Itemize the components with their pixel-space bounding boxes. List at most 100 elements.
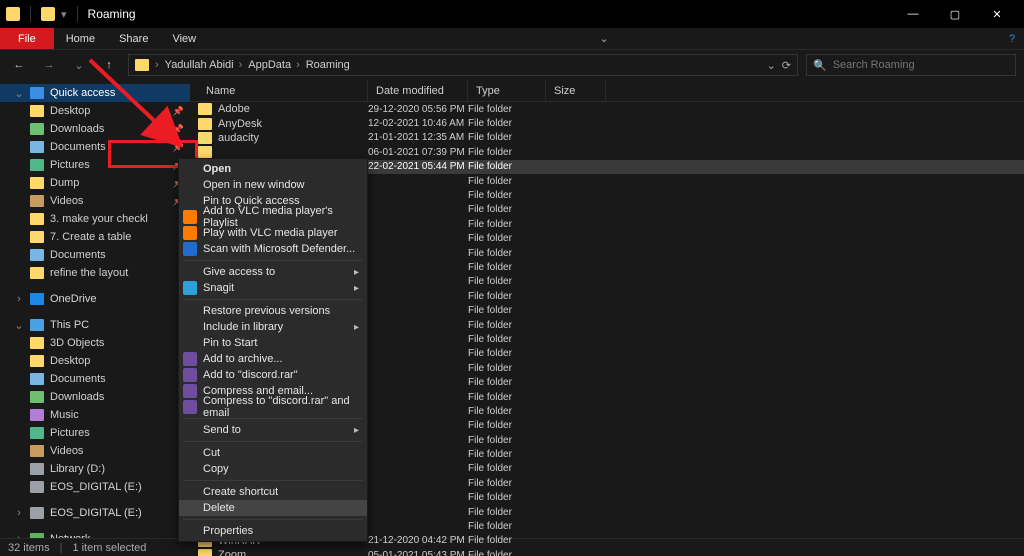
- folder-icon: [198, 549, 212, 556]
- file-row-anydesk[interactable]: AnyDesk12-02-2021 10:46 AMFile folder: [190, 116, 1024, 130]
- context-menu-play-with-vlc-media-player[interactable]: Play with VLC media player: [179, 225, 367, 241]
- sidebar-item-documents[interactable]: Documents📌: [0, 138, 190, 156]
- main-area: ⌄Quick access Desktop📌Downloads📌Document…: [0, 80, 1024, 538]
- folder-icon: [30, 123, 44, 135]
- window-folder-icon: [6, 7, 20, 21]
- column-header-size[interactable]: Size: [546, 80, 606, 101]
- context-menu-snagit[interactable]: Snagit: [179, 280, 367, 296]
- sidebar-item-pictures[interactable]: Pictures: [0, 424, 190, 442]
- sidebar-item-pictures[interactable]: Pictures📌: [0, 156, 190, 174]
- sidebar-eos-digital[interactable]: ›EOS_DIGITAL (E:): [0, 504, 190, 522]
- file-row-adobe[interactable]: Adobe29-12-2020 05:56 PMFile folder: [190, 102, 1024, 116]
- context-menu-scan-with-microsoft-defender-[interactable]: Scan with Microsoft Defender...: [179, 241, 367, 257]
- ribbon-tab-file[interactable]: File: [0, 28, 54, 49]
- context-menu-restore-previous-versions[interactable]: Restore previous versions: [179, 303, 367, 319]
- context-menu-separator: [183, 260, 363, 261]
- sidebar-item-documents[interactable]: Documents: [0, 370, 190, 388]
- context-menu-include-in-library[interactable]: Include in library: [179, 319, 367, 335]
- minimize-button[interactable]: —: [892, 0, 934, 28]
- breadcrumb-roaming[interactable]: Roaming: [306, 59, 350, 71]
- sidebar-quick-access[interactable]: ⌄Quick access: [0, 84, 190, 102]
- chevron-right-icon[interactable]: ›: [296, 59, 300, 71]
- navigation-pane[interactable]: ⌄Quick access Desktop📌Downloads📌Document…: [0, 80, 190, 538]
- context-menu-open-in-new-window[interactable]: Open in new window: [179, 177, 367, 193]
- sidebar-item-music[interactable]: Music: [0, 406, 190, 424]
- sidebar-item-downloads[interactable]: Downloads📌: [0, 120, 190, 138]
- context-menu-add-to-archive-[interactable]: Add to archive...: [179, 351, 367, 367]
- context-menu-separator: [183, 480, 363, 481]
- folder-icon: [30, 463, 44, 475]
- sidebar-item-documents[interactable]: Documents: [0, 246, 190, 264]
- back-button[interactable]: ←: [8, 54, 30, 76]
- context-menu-cut[interactable]: Cut: [179, 445, 367, 461]
- maximize-button[interactable]: ▢: [934, 0, 976, 28]
- context-menu-compress-to-discord-rar-and-email[interactable]: Compress to "discord.rar" and email: [179, 399, 367, 415]
- ribbon-tabs: File Home Share View ⌄ ?: [0, 28, 1024, 50]
- sidebar-item-videos[interactable]: Videos📌: [0, 192, 190, 210]
- folder-icon: [30, 481, 44, 493]
- search-input[interactable]: [833, 59, 1009, 71]
- recent-locations-button[interactable]: ⌄: [68, 54, 90, 76]
- ribbon-tab-home[interactable]: Home: [54, 28, 107, 49]
- sidebar-item-desktop[interactable]: Desktop📌: [0, 102, 190, 120]
- address-bar[interactable]: › Yadullah Abidi › AppData › Roaming ⌄ ⟳: [128, 54, 798, 76]
- context-menu-delete[interactable]: Delete: [179, 500, 367, 516]
- rar-icon: [183, 384, 197, 398]
- sidebar-item-3d-objects[interactable]: 3D Objects: [0, 334, 190, 352]
- file-row-audacity[interactable]: audacity21-01-2021 12:35 AMFile folder: [190, 131, 1024, 145]
- chevron-right-icon[interactable]: ›: [155, 59, 159, 71]
- sidebar-item-desktop[interactable]: Desktop: [0, 352, 190, 370]
- column-header-type[interactable]: Type: [468, 80, 546, 101]
- context-menu-give-access-to[interactable]: Give access to: [179, 264, 367, 280]
- context-menu-add-to-vlc-media-player-s-playlist[interactable]: Add to VLC media player's Playlist: [179, 209, 367, 225]
- folder-icon: [30, 159, 44, 171]
- forward-button[interactable]: →: [38, 54, 60, 76]
- context-menu-copy[interactable]: Copy: [179, 461, 367, 477]
- folder-icon: [30, 141, 44, 153]
- sidebar-this-pc[interactable]: ⌄This PC: [0, 316, 190, 334]
- folder-icon: [135, 59, 149, 71]
- address-dropdown-button[interactable]: ⌄: [767, 59, 776, 72]
- context-menu-add-to-discord-rar-[interactable]: Add to "discord.rar": [179, 367, 367, 383]
- close-button[interactable]: ✕: [976, 0, 1018, 28]
- context-menu-open[interactable]: Open: [179, 161, 367, 177]
- chevron-right-icon[interactable]: ›: [239, 59, 243, 71]
- folder-icon: [30, 445, 44, 457]
- pin-icon: 📌: [173, 142, 184, 153]
- sidebar-item-dump[interactable]: Dump📌: [0, 174, 190, 192]
- help-icon[interactable]: ?: [1000, 28, 1024, 49]
- context-menu-send-to[interactable]: Send to: [179, 422, 367, 438]
- sidebar-network[interactable]: ›Network: [0, 530, 190, 538]
- breadcrumb-appdata[interactable]: AppData: [248, 59, 291, 71]
- context-menu-pin-to-start[interactable]: Pin to Start: [179, 335, 367, 351]
- status-item-count: 32 items: [8, 542, 50, 554]
- sidebar-item-7-create-a-table[interactable]: 7. Create a table: [0, 228, 190, 246]
- context-menu-separator: [183, 299, 363, 300]
- sidebar-onedrive[interactable]: ›OneDrive: [0, 290, 190, 308]
- context-menu-create-shortcut[interactable]: Create shortcut: [179, 484, 367, 500]
- folder-icon: [30, 427, 44, 439]
- ribbon-expand-button[interactable]: ⌄: [587, 28, 620, 49]
- ribbon-tab-view[interactable]: View: [160, 28, 208, 49]
- sidebar-item-3-make-your-checkl[interactable]: 3. make your checkl: [0, 210, 190, 228]
- sidebar-item-refine-the-layout[interactable]: refine the layout: [0, 264, 190, 282]
- network-icon: [30, 533, 44, 538]
- search-box[interactable]: 🔍: [806, 54, 1016, 76]
- column-header-name[interactable]: Name: [198, 80, 368, 101]
- folder-icon: [30, 355, 44, 367]
- breadcrumb-user[interactable]: Yadullah Abidi: [165, 59, 234, 71]
- snag-icon: [183, 281, 197, 295]
- sidebar-item-videos[interactable]: Videos: [0, 442, 190, 460]
- folder-icon: [30, 391, 44, 403]
- file-row-zoom[interactable]: Zoom05-01-2021 05:43 PMFile folder: [190, 548, 1024, 556]
- sidebar-item-eos-digital-e-[interactable]: EOS_DIGITAL (E:): [0, 478, 190, 496]
- column-header-date[interactable]: Date modified: [368, 80, 468, 101]
- sidebar-item-downloads[interactable]: Downloads: [0, 388, 190, 406]
- up-button[interactable]: ↑: [98, 54, 120, 76]
- pin-icon: 📌: [173, 124, 184, 135]
- refresh-button[interactable]: ⟳: [782, 59, 791, 72]
- navigation-bar: ← → ⌄ ↑ › Yadullah Abidi › AppData › Roami…: [0, 50, 1024, 80]
- context-menu-properties[interactable]: Properties: [179, 523, 367, 539]
- sidebar-item-library-d-[interactable]: Library (D:): [0, 460, 190, 478]
- ribbon-tab-share[interactable]: Share: [107, 28, 160, 49]
